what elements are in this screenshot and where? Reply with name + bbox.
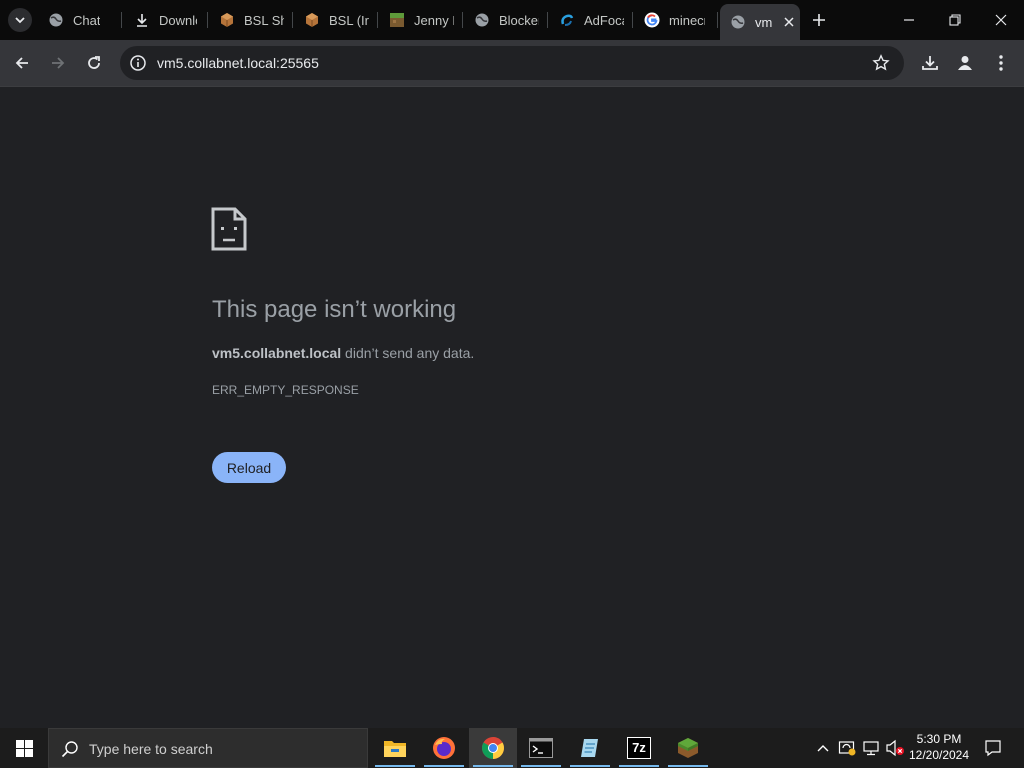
terminal-icon xyxy=(529,738,553,758)
taskbar-minecraft[interactable] xyxy=(664,728,712,768)
windows-logo-icon xyxy=(15,739,33,757)
profile-button[interactable] xyxy=(951,49,979,77)
tray-volume[interactable] xyxy=(884,728,906,768)
taskbar-firefox[interactable] xyxy=(420,728,468,768)
tab-title: vm xyxy=(755,14,773,30)
close-window-button[interactable] xyxy=(978,0,1024,40)
tab-minecraft-search[interactable]: minecr xyxy=(634,4,718,36)
error-message: didn’t send any data. xyxy=(341,345,475,361)
reload-icon xyxy=(88,56,100,69)
kebab-menu-icon xyxy=(999,55,1003,71)
tab-bsl-iris[interactable]: BSL (Iri xyxy=(294,4,378,36)
download-icon xyxy=(134,12,150,28)
search-placeholder: Type here to search xyxy=(89,741,213,757)
minimize-icon xyxy=(904,19,914,21)
volume-muted-icon xyxy=(886,739,904,757)
chevron-down-icon xyxy=(15,17,25,24)
taskbar-7zip[interactable]: 7z xyxy=(615,728,663,768)
reload-toolbar-button[interactable] xyxy=(80,49,108,77)
tab-bsl-shaders[interactable]: BSL Sh xyxy=(209,4,293,36)
tab-strip: Chat Downlo BSL Sh BSL (Iri Jenny I Bloc… xyxy=(0,0,1024,40)
new-tab-button[interactable] xyxy=(808,9,830,31)
system-clock[interactable]: 5:30 PM 12/20/2024 xyxy=(906,731,972,763)
cube-icon xyxy=(304,12,320,28)
minimize-button[interactable] xyxy=(886,0,932,40)
restore-icon xyxy=(949,14,961,26)
notepad-icon xyxy=(581,739,598,757)
bookmark-star-icon[interactable] xyxy=(872,54,890,72)
tab-active-vm5[interactable]: vm xyxy=(720,4,800,40)
taskbar-terminal[interactable] xyxy=(517,728,565,768)
chevron-up-icon xyxy=(817,745,829,752)
7zip-icon: 7z xyxy=(627,737,651,759)
tray-network[interactable] xyxy=(861,728,881,768)
tab-title: Jenny I xyxy=(414,12,454,28)
windows-taskbar: Type here to search 7z 5:30 PM 12/20/202… xyxy=(0,728,1024,768)
error-title: This page isn’t working xyxy=(212,296,457,323)
block-icon xyxy=(389,12,405,28)
sync-warning-icon xyxy=(838,741,856,756)
network-icon xyxy=(863,741,879,756)
tab-title: BSL (Iri xyxy=(329,12,369,28)
swirl-icon xyxy=(559,12,575,28)
error-host: vm5.collabnet.local xyxy=(212,345,342,361)
globe-icon xyxy=(730,14,746,30)
clock-time: 5:30 PM xyxy=(916,732,962,746)
minecraft-icon xyxy=(678,738,698,758)
notification-icon xyxy=(985,740,1001,757)
error-description: vm5.collabnet.local didn’t send any data… xyxy=(212,345,474,361)
tab-close-button[interactable] xyxy=(781,14,797,30)
taskbar-notepad[interactable] xyxy=(566,728,614,768)
tab-title: AdFoca xyxy=(584,12,624,28)
download-icon xyxy=(922,56,938,70)
tab-blocker[interactable]: Blocker xyxy=(464,4,548,36)
close-icon xyxy=(784,17,794,27)
chrome-icon xyxy=(482,737,504,759)
tray-overflow-button[interactable] xyxy=(813,728,833,768)
tab-title: minecr xyxy=(669,12,705,28)
tab-title: Blocker xyxy=(499,12,539,28)
tab-jenny[interactable]: Jenny I xyxy=(379,4,463,36)
profile-icon xyxy=(958,56,972,70)
downloads-button[interactable] xyxy=(916,49,944,77)
taskbar-chrome[interactable] xyxy=(469,728,517,768)
clock-date: 12/20/2024 xyxy=(908,748,970,762)
arrow-left-icon xyxy=(15,57,28,69)
menu-button[interactable] xyxy=(987,49,1015,77)
error-code: ERR_EMPTY_RESPONSE xyxy=(212,383,359,397)
taskbar-search-box[interactable]: Type here to search xyxy=(48,728,368,768)
start-button[interactable] xyxy=(0,728,48,768)
notification-center-button[interactable] xyxy=(978,728,1008,768)
tab-title: Chat xyxy=(73,12,101,28)
tab-adfocus[interactable]: AdFoca xyxy=(549,4,633,36)
address-bar[interactable]: vm5.collabnet.local:25565 xyxy=(120,46,904,80)
close-icon xyxy=(995,14,1007,26)
url-text[interactable]: vm5.collabnet.local:25565 xyxy=(157,55,319,71)
info-icon[interactable] xyxy=(129,54,147,72)
plus-icon xyxy=(813,14,825,26)
7zip-label: 7z xyxy=(632,740,646,755)
forward-button[interactable] xyxy=(44,49,72,77)
tab-title: Downlo xyxy=(159,12,197,28)
sad-page-icon xyxy=(211,207,247,251)
arrow-right-icon xyxy=(52,57,65,69)
tray-sync[interactable] xyxy=(837,728,857,768)
globe-icon xyxy=(474,12,490,28)
google-icon xyxy=(644,12,660,28)
firefox-icon xyxy=(433,737,455,759)
file-explorer-icon xyxy=(384,741,406,757)
back-button[interactable] xyxy=(8,49,36,77)
taskbar-file-explorer[interactable] xyxy=(371,728,419,768)
browser-toolbar: vm5.collabnet.local:25565 xyxy=(0,40,1024,86)
restore-button[interactable] xyxy=(932,0,978,40)
reload-button[interactable]: Reload xyxy=(212,452,286,483)
search-icon xyxy=(61,741,78,758)
globe-icon xyxy=(48,12,64,28)
tab-chat[interactable]: Chat xyxy=(38,4,122,36)
error-page: This page isn’t working vm5.collabnet.lo… xyxy=(0,87,1024,728)
tab-download[interactable]: Downlo xyxy=(124,4,208,36)
tab-title: BSL Sh xyxy=(244,12,284,28)
cube-icon xyxy=(219,12,235,28)
tab-search-button[interactable] xyxy=(8,8,32,32)
